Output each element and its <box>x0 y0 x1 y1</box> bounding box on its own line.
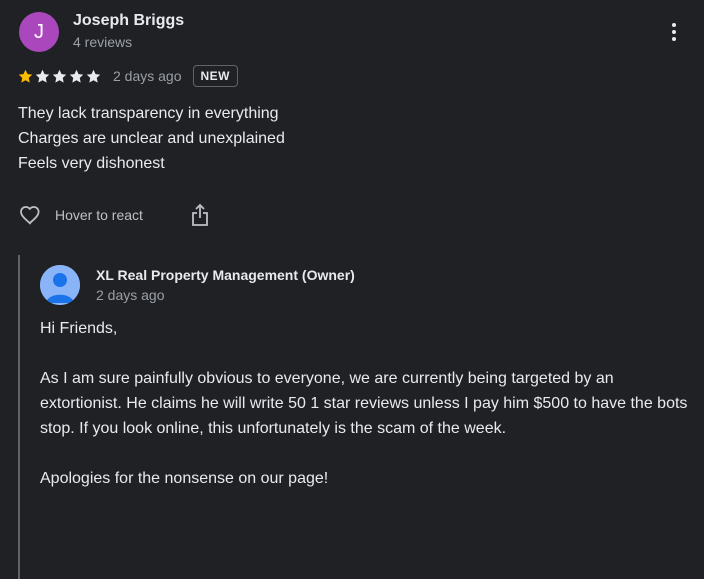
star-rating <box>17 68 102 85</box>
reply-paragraph: As I am sure painfully obvious to everyo… <box>40 370 688 437</box>
reply-paragraph: Apologies for the nonsense on our page! <box>40 470 329 487</box>
share-icon <box>192 203 208 226</box>
react-label: Hover to react <box>55 207 143 223</box>
rating-row: 2 days ago NEW <box>17 64 238 88</box>
reviewer-name[interactable]: Joseph Briggs <box>73 12 184 30</box>
review-text-line: Feels very dishonest <box>18 155 165 172</box>
star-filled-icon <box>18 69 33 83</box>
review-text-line: They lack transparency in everything <box>18 105 279 122</box>
star-empty-icon <box>35 69 50 83</box>
review-text-line: Charges are unclear and unexplained <box>18 130 285 147</box>
owner-reply-text: Hi Friends, As I am sure painfully obviou… <box>40 316 690 491</box>
heart-outline-icon <box>20 206 40 225</box>
owner-name: XL Real Property Management (Owner) <box>96 267 355 283</box>
reviewer-review-count[interactable]: 4 reviews <box>73 34 132 50</box>
star-empty-icon <box>69 69 84 83</box>
default-person-icon <box>40 265 80 305</box>
react-button[interactable]: Hover to react <box>17 201 143 229</box>
new-badge: NEW <box>192 65 238 87</box>
star-empty-icon <box>52 69 67 83</box>
owner-reply: XL Real Property Management (Owner) 2 da… <box>18 255 704 579</box>
owner-reply-date: 2 days ago <box>96 287 165 303</box>
reply-paragraph: Hi Friends, <box>40 320 118 337</box>
review-card: J Joseph Briggs 4 reviews 2 days ago NEW… <box>0 0 704 579</box>
share-button[interactable] <box>187 201 213 229</box>
reviewer-avatar[interactable]: J <box>19 12 59 52</box>
owner-avatar <box>40 265 80 305</box>
star-empty-icon <box>86 69 101 83</box>
review-date: 2 days ago <box>113 68 182 84</box>
more-vert-icon-dot <box>672 37 676 41</box>
more-vert-icon-dot <box>672 30 676 34</box>
reviewer-initial: J <box>34 20 44 43</box>
more-options-button[interactable] <box>660 18 688 46</box>
review-text: They lack transparency in everything Char… <box>18 101 658 176</box>
more-vert-icon <box>672 23 676 27</box>
